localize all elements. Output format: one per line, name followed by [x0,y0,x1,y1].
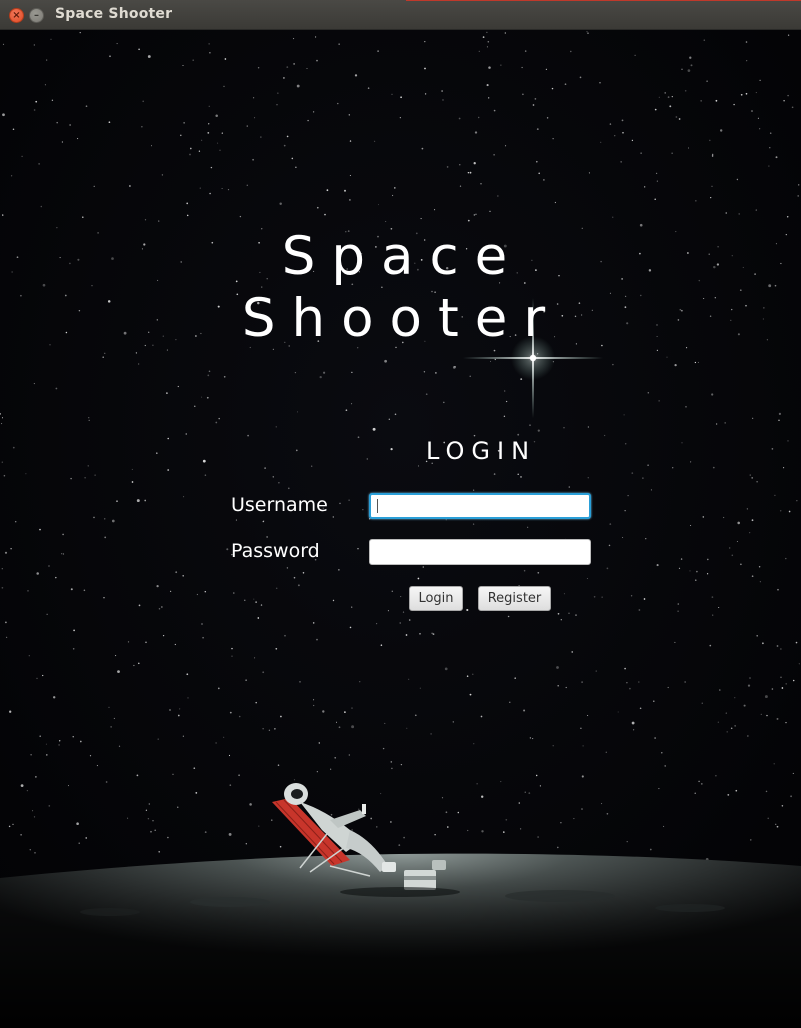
game-title-line-2: Shooter [241,288,562,349]
game-title-line-1: Space [281,226,524,287]
login-heading: LOGIN [426,437,537,465]
username-label: Username [231,494,328,516]
close-icon[interactable]: × [9,8,24,23]
space-scene-illustration [0,30,801,1028]
minimize-icon[interactable]: – [29,8,44,23]
game-title: Space Shooter [0,226,801,350]
register-button[interactable]: Register [478,586,551,611]
window-title: Space Shooter [55,6,173,22]
text-cursor [377,499,378,513]
username-field[interactable] [369,493,591,519]
moon-surface [0,853,801,1028]
password-label: Password [231,540,320,562]
app-window: × – Space Shooter Space Shooter LOGIN Us… [0,0,801,1028]
space-background: Space Shooter [0,30,801,1028]
login-button[interactable]: Login [409,586,463,611]
title-bar: × – Space Shooter [0,0,801,30]
password-field[interactable] [369,539,591,565]
